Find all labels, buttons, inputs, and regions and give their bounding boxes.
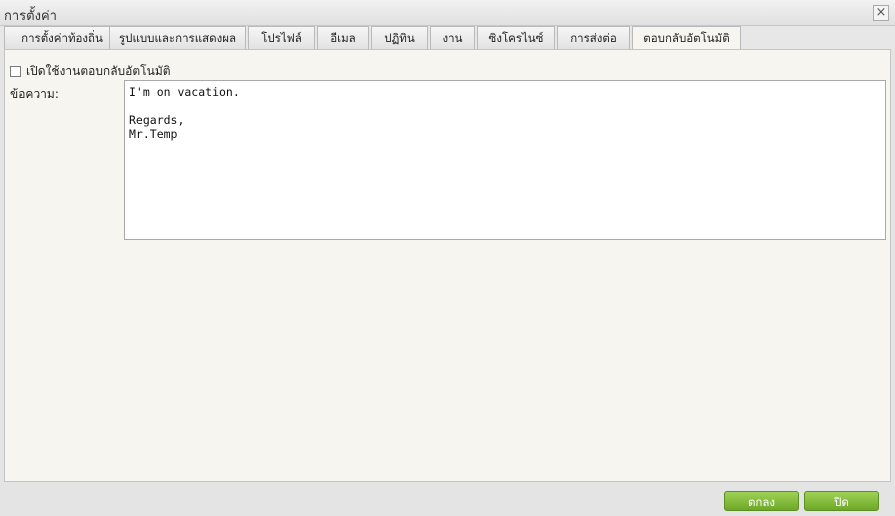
close-button[interactable]: ปิด bbox=[804, 491, 879, 511]
tab-email[interactable]: อีเมล bbox=[317, 26, 369, 49]
tab-forwarding[interactable]: การส่งต่อ bbox=[557, 26, 630, 49]
auto-reply-panel: เปิดใช้งานตอบกลับอัตโนมัติ ข้อความ: I'm … bbox=[4, 49, 891, 482]
tab-appearance[interactable]: รูปแบบและการแสดงผล bbox=[109, 26, 246, 49]
settings-tabs: การตั้งค่าท้องถิ่น รูปแบบและการแสดงผล โป… bbox=[0, 26, 895, 50]
dialog-title: การตั้งค่า bbox=[4, 9, 57, 24]
enable-auto-reply-checkbox[interactable] bbox=[10, 65, 21, 77]
enable-auto-reply-row[interactable]: เปิดใช้งานตอบกลับอัตโนมัติ bbox=[10, 63, 171, 79]
tab-tasks[interactable]: งาน bbox=[430, 26, 475, 49]
dialog-titlebar: การตั้งค่า × bbox=[0, 0, 895, 26]
enable-auto-reply-label: เปิดใช้งานตอบกลับอัตโนมัติ bbox=[26, 63, 171, 78]
message-textarea[interactable]: I'm on vacation. Regards, Mr.Temp bbox=[124, 80, 886, 240]
tab-calendar[interactable]: ปฏิทิน bbox=[371, 26, 428, 49]
close-icon[interactable]: × bbox=[873, 5, 889, 21]
tab-auto-reply[interactable]: ตอบกลับอัตโนมัติ bbox=[632, 26, 741, 50]
tab-profile[interactable]: โปรไฟล์ bbox=[248, 26, 315, 49]
message-label: ข้อความ: bbox=[10, 87, 59, 101]
tab-local-settings[interactable]: การตั้งค่าท้องถิ่น bbox=[4, 26, 120, 49]
settings-dialog: การตั้งค่า × การตั้งค่าท้องถิ่น รูปแบบแล… bbox=[0, 0, 895, 516]
ok-button[interactable]: ตกลง bbox=[724, 491, 799, 511]
dialog-footer: ตกลง ปิด bbox=[0, 483, 895, 516]
tab-sync[interactable]: ซิงโครไนซ์ bbox=[477, 26, 555, 49]
